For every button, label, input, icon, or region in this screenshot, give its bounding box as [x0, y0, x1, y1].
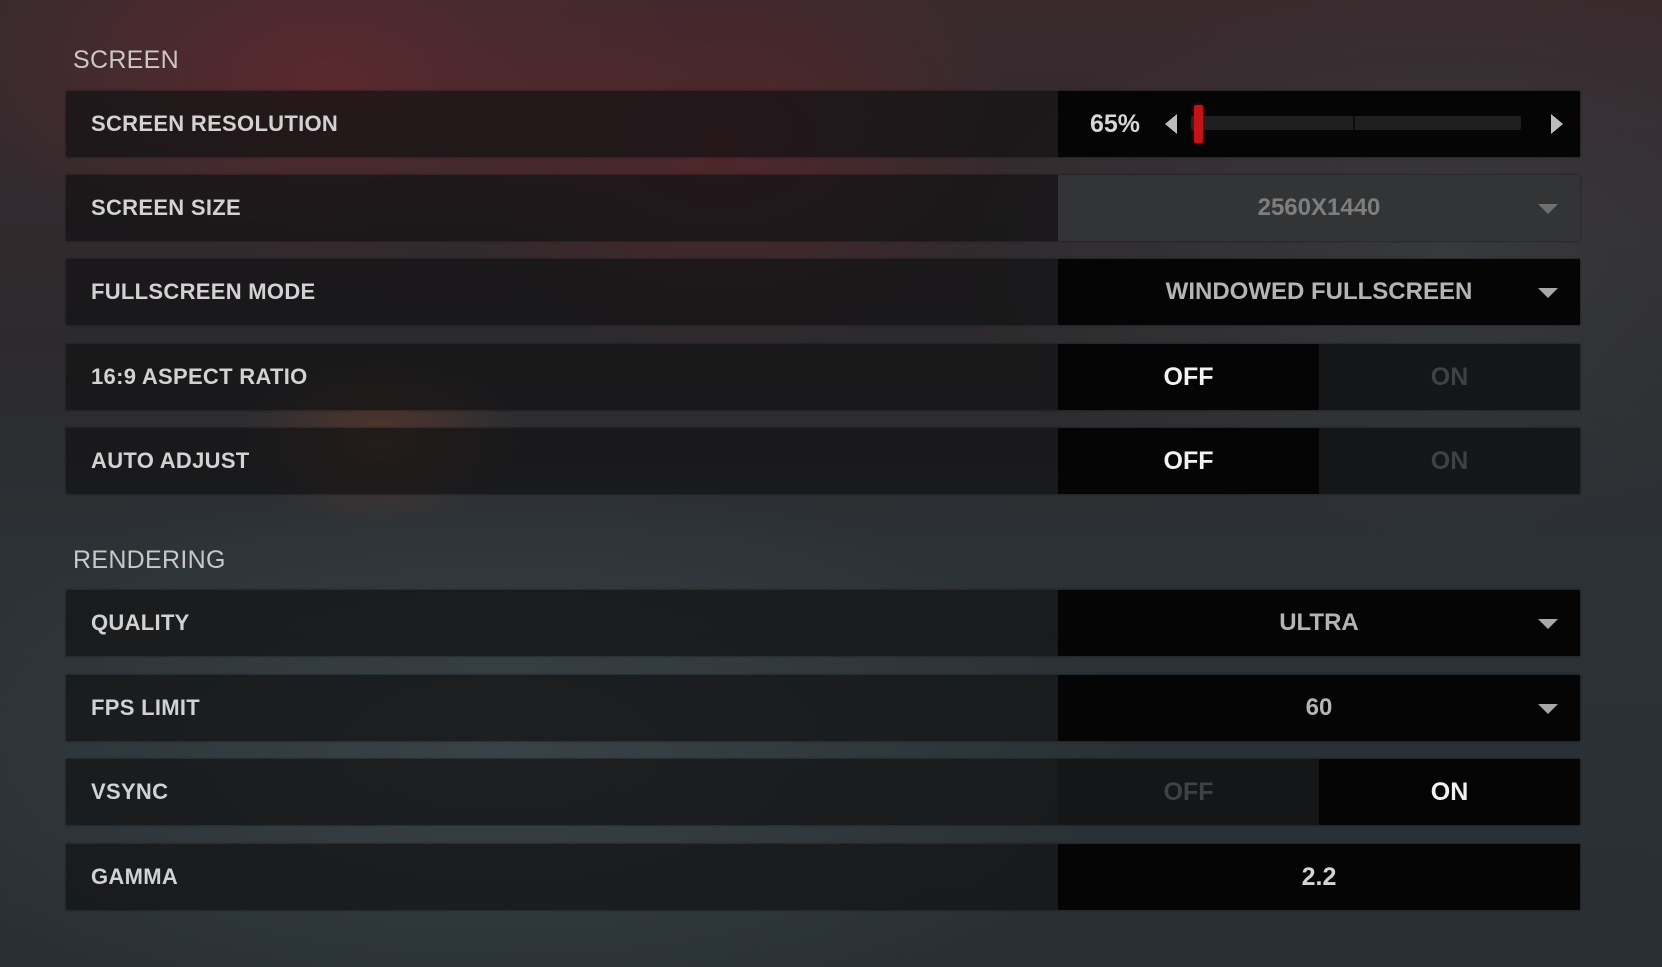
caret-left-icon[interactable] — [1165, 114, 1177, 134]
section-title-rendering: RENDERING — [73, 546, 226, 574]
fullscreen-mode-dropdown[interactable]: WINDOWED FULLSCREEN — [1058, 259, 1580, 325]
toggle-on-option[interactable]: ON — [1319, 759, 1580, 825]
setting-label: FPS LIMIT — [91, 695, 201, 720]
slider-thumb[interactable] — [1194, 105, 1203, 143]
caret-right-icon[interactable] — [1551, 114, 1563, 134]
setting-row-screen-size: SCREEN SIZE 2560X1440 — [66, 175, 1580, 241]
setting-label: AUTO ADJUST — [91, 448, 250, 473]
setting-label: SCREEN SIZE — [91, 195, 241, 220]
vsync-toggle[interactable]: OFF ON — [1058, 759, 1580, 825]
setting-row-aspect-ratio: 16:9 ASPECT RATIO OFF ON — [66, 344, 1580, 410]
screen-resolution-slider[interactable]: 65% — [1058, 91, 1580, 157]
aspect-ratio-toggle[interactable]: OFF ON — [1058, 344, 1580, 410]
fps-limit-dropdown[interactable]: 60 — [1058, 675, 1580, 741]
setting-row-fullscreen-mode: FULLSCREEN MODE WINDOWED FULLSCREEN — [66, 259, 1580, 325]
chevron-down-icon — [1538, 704, 1558, 714]
gamma-button[interactable]: 2.2 — [1058, 844, 1580, 910]
setting-row-screen-resolution: SCREEN RESOLUTION 65% — [66, 91, 1580, 157]
dropdown-value: 2560X1440 — [1257, 194, 1381, 221]
chevron-down-icon — [1538, 288, 1558, 298]
setting-row-gamma: GAMMA 2.2 — [66, 844, 1580, 910]
setting-label: GAMMA — [91, 864, 179, 889]
setting-label: FULLSCREEN MODE — [91, 279, 316, 304]
gamma-value: 2.2 — [1301, 863, 1337, 891]
dropdown-value: ULTRA — [1279, 609, 1359, 636]
chevron-down-icon — [1538, 619, 1558, 629]
toggle-off-option[interactable]: OFF — [1058, 428, 1319, 494]
setting-row-fps-limit: FPS LIMIT 60 — [66, 675, 1580, 741]
screen-size-dropdown[interactable]: 2560X1440 — [1058, 175, 1580, 241]
setting-row-quality: QUALITY ULTRA — [66, 590, 1580, 656]
toggle-on-option[interactable]: ON — [1319, 428, 1580, 494]
setting-label: QUALITY — [91, 610, 190, 635]
section-title-screen: SCREEN — [73, 46, 179, 74]
auto-adjust-toggle[interactable]: OFF ON — [1058, 428, 1580, 494]
slider-value: 65% — [1090, 110, 1141, 138]
toggle-off-option[interactable]: OFF — [1058, 759, 1319, 825]
setting-row-auto-adjust: AUTO ADJUST OFF ON — [66, 428, 1580, 494]
dropdown-value: WINDOWED FULLSCREEN — [1165, 278, 1473, 305]
quality-dropdown[interactable]: ULTRA — [1058, 590, 1580, 656]
slider-notch — [1353, 116, 1355, 130]
setting-label: SCREEN RESOLUTION — [91, 111, 339, 136]
dropdown-value: 60 — [1305, 694, 1333, 721]
setting-label: 16:9 ASPECT RATIO — [91, 364, 308, 389]
slider-track[interactable] — [1191, 105, 1521, 143]
chevron-down-icon — [1538, 204, 1558, 214]
toggle-off-option[interactable]: OFF — [1058, 344, 1319, 410]
toggle-on-option[interactable]: ON — [1319, 344, 1580, 410]
setting-row-vsync: VSYNC OFF ON — [66, 759, 1580, 825]
setting-label: VSYNC — [91, 779, 169, 804]
